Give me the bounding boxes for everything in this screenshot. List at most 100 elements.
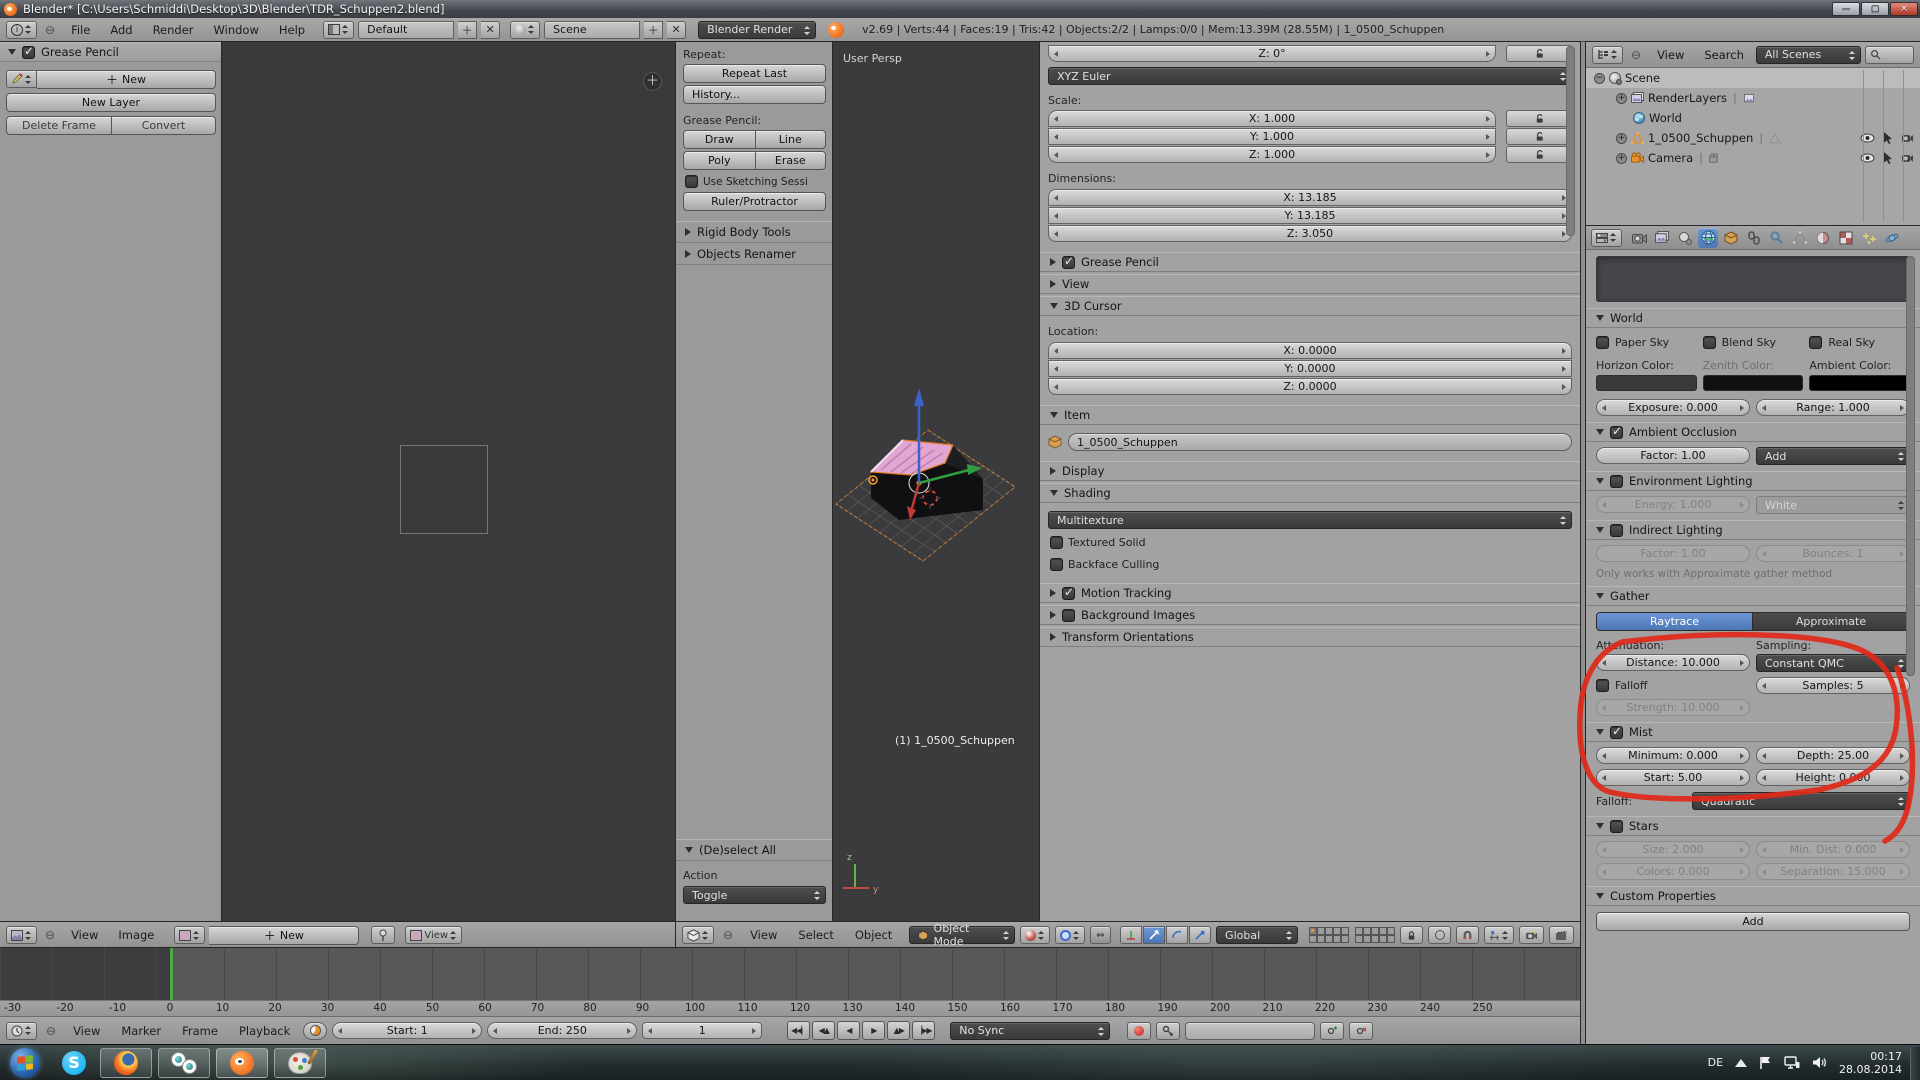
frame-end-slider[interactable]: End: 250 <box>487 1022 637 1039</box>
npanel-scrollbar[interactable] <box>1566 46 1575 236</box>
scene-browse-button[interactable] <box>510 21 540 39</box>
cursor-3d-panel-header[interactable]: 3D Cursor <box>1040 296 1580 316</box>
lock-scale-x-button[interactable] <box>1506 110 1572 127</box>
dimension-z-slider[interactable]: Z: 3.050 <box>1048 225 1572 242</box>
menu-add[interactable]: Add <box>102 23 140 37</box>
collapse-menus-icon[interactable]: ⊖ <box>719 928 737 942</box>
transform-orientations-panel-header[interactable]: Transform Orientations <box>1040 627 1580 647</box>
rigid-body-tools-panel-header[interactable]: Rigid Body Tools <box>676 221 833 243</box>
shading-mode-select[interactable]: Multitexture <box>1048 511 1572 529</box>
gp-poly-button[interactable]: Poly <box>683 151 755 170</box>
taskbar-clock[interactable]: 00:17 28.08.2014 <box>1839 1050 1902 1076</box>
add-layout-button[interactable]: ＋ <box>458 21 477 39</box>
tab-render-layers[interactable] <box>1652 228 1672 248</box>
add-scene-button[interactable]: ＋ <box>644 21 663 39</box>
timeline-ruler[interactable]: -30-20-100102030405060708090100110120130… <box>0 1000 1580 1016</box>
environment-lighting-checkbox[interactable] <box>1610 475 1623 488</box>
outliner-display-filter-select[interactable]: All Scenes <box>1756 46 1861 64</box>
collapse-icon[interactable]: − <box>1594 73 1605 84</box>
delete-layout-button[interactable]: ✕ <box>481 21 500 39</box>
auto-keyframe-record-button[interactable] <box>1127 1022 1151 1040</box>
timeline-range-after[interactable] <box>172 948 1580 1000</box>
exposure-slider[interactable]: Exposure: 0.000 <box>1596 399 1750 416</box>
snap-element-select[interactable] <box>1484 926 1514 944</box>
play-button[interactable]: ▶ <box>862 1021 885 1040</box>
textured-solid-checkbox[interactable] <box>1050 536 1063 549</box>
close-button[interactable]: × <box>1890 2 1918 16</box>
view-panel-header[interactable]: View <box>1040 274 1580 294</box>
gather-approximate-button[interactable]: Approximate <box>1753 612 1910 631</box>
cursor-x-slider[interactable]: X: 0.0000 <box>1048 342 1572 359</box>
repeat-last-button[interactable]: Repeat Last <box>683 64 826 83</box>
gp-line-button[interactable]: Line <box>755 130 827 149</box>
pin-image-button[interactable] <box>371 926 395 944</box>
motion-tracking-checkbox[interactable] <box>1062 587 1075 600</box>
render-engine-select[interactable]: Blender Render <box>698 21 816 39</box>
deselect-all-panel-header[interactable]: (De)select All <box>676 839 833 861</box>
grease-pencil-checkbox[interactable] <box>22 46 35 59</box>
tray-expand-icon[interactable] <box>1735 1059 1747 1067</box>
menu-help[interactable]: Help <box>271 23 313 37</box>
tab-modifiers[interactable] <box>1767 228 1787 248</box>
outliner-menu-view[interactable]: View <box>1649 48 1692 62</box>
uv-menu-image[interactable]: Image <box>110 928 162 942</box>
range-slider[interactable]: Range: 1.000 <box>1756 399 1910 416</box>
rotation-mode-select[interactable]: XYZ Euler <box>1048 67 1572 85</box>
ambient-occlusion-panel-header[interactable]: Ambient Occlusion <box>1586 422 1920 442</box>
screen-layout-name-field[interactable]: Default <box>358 21 454 39</box>
backface-culling-checkbox[interactable] <box>1050 558 1063 571</box>
jump-to-start-button[interactable]: ◀◀▏ <box>787 1021 810 1040</box>
keying-set-icon-button[interactable] <box>1156 1022 1180 1040</box>
snap-toggle[interactable] <box>1456 926 1479 944</box>
editor-type-info-button[interactable]: i <box>6 21 37 39</box>
delete-scene-button[interactable]: ✕ <box>667 21 686 39</box>
outliner-menu-search[interactable]: Search <box>1696 48 1752 62</box>
proportional-edit-toggle[interactable] <box>1428 926 1451 944</box>
objects-renamer-panel-header[interactable]: Objects Renamer <box>676 243 833 265</box>
tab-particles[interactable] <box>1859 228 1879 248</box>
sync-mode-select[interactable]: No Sync <box>950 1022 1110 1040</box>
lock-to-scene-toggle[interactable] <box>1400 926 1423 944</box>
select-menu[interactable]: Select <box>790 928 841 942</box>
outliner-search-button[interactable] <box>1865 46 1914 64</box>
transform-orientation-select[interactable]: Global <box>1216 926 1298 944</box>
taskbar-firefox-icon[interactable] <box>100 1048 152 1078</box>
render-opengl-anim-button[interactable] <box>1549 926 1574 944</box>
item-panel-header[interactable]: Item <box>1040 405 1580 425</box>
image-new-button[interactable]: ＋New <box>209 926 359 945</box>
current-frame-field[interactable]: 1 <box>642 1022 762 1039</box>
start-button[interactable] <box>10 1048 40 1078</box>
ambient-color-swatch[interactable] <box>1809 375 1910 391</box>
background-images-panel-header[interactable]: Background Images <box>1040 605 1580 625</box>
screen-layout-browse-button[interactable] <box>323 21 354 39</box>
taskbar-paint-icon[interactable] <box>274 1048 326 1078</box>
convert-button[interactable]: Convert <box>111 116 216 135</box>
sampling-method-select[interactable]: Constant QMC <box>1756 654 1910 672</box>
previous-keyframe-button[interactable]: ◀▲ <box>812 1021 835 1040</box>
display-panel-header[interactable]: Display <box>1040 461 1580 481</box>
gp-erase-button[interactable]: Erase <box>755 151 827 170</box>
outliner-row-scene[interactable]: − Scene <box>1586 68 1920 88</box>
stars-separation-slider[interactable]: Separation: 15.000 <box>1756 863 1910 880</box>
custom-properties-panel-header[interactable]: Custom Properties <box>1586 886 1920 906</box>
indirect-factor-slider[interactable]: Factor: 1.00 <box>1596 545 1750 562</box>
ao-factor-slider[interactable]: Factor: 1.00 <box>1596 447 1750 464</box>
tab-texture[interactable] <box>1836 228 1856 248</box>
insert-keyframe-button[interactable] <box>1320 1022 1344 1040</box>
falloff-strength-slider[interactable]: Strength: 10.000 <box>1596 699 1750 716</box>
env-color-select[interactable]: White <box>1756 496 1910 514</box>
collapse-menus-icon[interactable]: ⊖ <box>42 1024 60 1038</box>
layers-grid-1[interactable] <box>1309 927 1349 943</box>
editor-type-outliner-button[interactable] <box>1592 46 1623 64</box>
outliner-row-object[interactable]: + 1_0500_Schuppen | <box>1586 128 1920 148</box>
editor-type-3dview-button[interactable] <box>682 926 714 944</box>
viewport-shading-select[interactable] <box>1020 926 1050 944</box>
tab-constraints[interactable] <box>1744 228 1764 248</box>
menu-render[interactable]: Render <box>145 23 202 37</box>
active-keying-set-field[interactable] <box>1185 1022 1315 1040</box>
lock-rotation-z-button[interactable] <box>1506 45 1572 62</box>
tab-physics[interactable] <box>1882 228 1902 248</box>
new-layer-button[interactable]: New Layer <box>6 93 216 112</box>
use-sketching-session-checkbox[interactable] <box>685 175 698 188</box>
pivot-point-select[interactable] <box>1055 926 1085 944</box>
